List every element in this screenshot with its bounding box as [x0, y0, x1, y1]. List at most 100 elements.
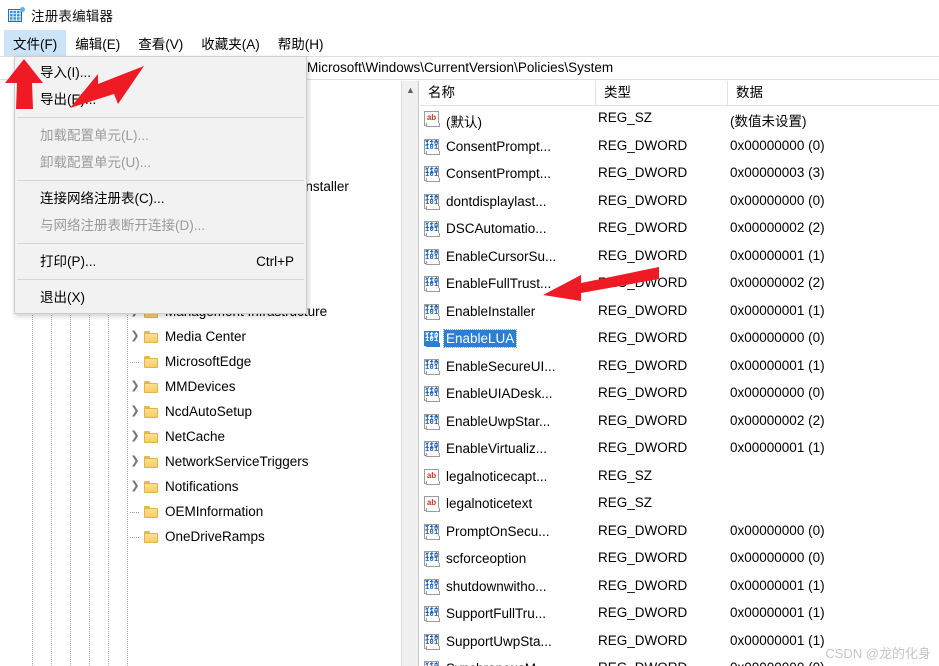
value-name: SupportFullTru...	[446, 606, 547, 621]
string-value-icon: ab	[424, 468, 441, 485]
tree-node[interactable]: ❯ NcdAutoSetup	[127, 399, 418, 424]
tree-node[interactable]: ❯ Media Center	[127, 324, 418, 349]
registry-value-row[interactable]: 011 110 101 PromptOnSecu... REG_DWORD 0x00000…	[420, 519, 939, 547]
registry-value-row[interactable]: 011 110 101 EnableFullTrust... REG_DWORD 0x00…	[420, 271, 939, 299]
file-menu-item[interactable]: 导出(E)...	[15, 86, 306, 113]
value-name: EnableCursorSu...	[446, 248, 557, 264]
dword-value-icon: 011110101	[424, 358, 441, 375]
tree-node-label: OEMInformation	[165, 504, 264, 519]
value-data: 0x00000002 (2)	[730, 275, 825, 290]
registry-value-row[interactable]: ab legalnoticecapt... REG_SZ	[420, 464, 939, 492]
file-menu-dropdown[interactable]: 导入(I)... 导出(E)... 加载配置单元(L)... 卸载配置单元(U)...…	[14, 56, 307, 314]
tree-leaf-connector	[127, 504, 143, 520]
dword-value-icon: 011110101	[424, 523, 441, 540]
registry-value-row[interactable]: ab (默认) REG_SZ (数值未设置)	[420, 106, 939, 134]
value-data: 0x00000000 (0)	[730, 330, 825, 345]
tree-node-label: NetCache	[165, 429, 226, 444]
folder-icon	[144, 355, 160, 369]
menu-edit[interactable]: 编辑(E)	[66, 30, 129, 57]
dword-value-icon: 011110101	[424, 331, 441, 347]
registry-value-row[interactable]: ab legalnoticetext REG_SZ	[420, 491, 939, 519]
registry-value-row[interactable]: 011 110 101 DSCAutomatio... REG_DWORD 0x00000…	[420, 216, 939, 244]
tree-node-label: MicrosoftEdge	[165, 354, 252, 369]
registry-value-row[interactable]: 011 110 101 SupportFullTru... REG_DWORD 0x000…	[420, 601, 939, 629]
value-type: REG_SZ	[598, 467, 653, 483]
value-data: 0x00000001 (1)	[730, 357, 825, 373]
registry-value-row[interactable]: 011 110 101 EnableCursorSu... REG_DWORD 0x000…	[420, 244, 939, 272]
tree-node[interactable]: ❯ MMDevices	[127, 374, 418, 399]
value-data: 0x00000000 (0)	[730, 522, 825, 538]
chevron-right-icon[interactable]: ❯	[127, 404, 143, 420]
tree-node[interactable]: OneDriveRamps	[127, 524, 418, 549]
folder-icon	[144, 330, 160, 344]
tree-node[interactable]: ❯ NetCache	[127, 424, 418, 449]
value-type: REG_SZ	[598, 495, 653, 510]
registry-value-row[interactable]: 011 110 101 EnableUwpStar... REG_DWORD 0x0000…	[420, 409, 939, 437]
dword-value-icon: 011110101	[424, 138, 441, 155]
dword-value-icon: 011110101	[424, 551, 441, 567]
file-menu-item[interactable]: 连接网络注册表(C)...	[15, 185, 306, 212]
value-type: REG_DWORD	[598, 385, 688, 400]
file-menu-item[interactable]: 导入(I)...	[15, 59, 306, 86]
csdn-watermark: CSDN @龙的化身	[825, 646, 931, 661]
dword-value-icon: 011110101	[424, 248, 441, 265]
chevron-up-icon[interactable]: ▲	[402, 81, 418, 98]
file-menu-item[interactable]: 打印(P)... Ctrl+P	[15, 248, 306, 275]
registry-value-row[interactable]: 011 110 101 EnableVirtualiz... REG_DWORD 0x00…	[420, 436, 939, 464]
value-name: ConsentPrompt...	[446, 138, 552, 154]
dword-value-icon: 011110101	[424, 633, 441, 650]
menu-bar: 文件(F) 编辑(E) 查看(V) 收藏夹(A) 帮助(H)	[0, 29, 939, 57]
value-type: REG_DWORD	[598, 330, 688, 345]
registry-value-row[interactable]: 011 110 101 ConsentPrompt... REG_DWORD 0x0000…	[420, 161, 939, 189]
chevron-right-icon[interactable]: ❯	[127, 479, 143, 495]
file-menu-item-label: 打印(P)...	[40, 254, 97, 269]
value-type: REG_DWORD	[598, 220, 688, 235]
tree-node[interactable]: ❯ NetworkServiceTriggers	[127, 449, 418, 474]
registry-value-row[interactable]: 011 110 101 ConsentPrompt... REG_DWORD 0x0000…	[420, 134, 939, 162]
value-data: 0x00000000 (0)	[730, 550, 825, 565]
value-data: 0x00000000 (0)	[730, 192, 825, 208]
tree-node[interactable]: OEMInformation	[127, 499, 418, 524]
menu-view[interactable]: 查看(V)	[129, 30, 192, 57]
registry-editor-window: 注册表编辑器 文件(F) 编辑(E) 查看(V) 收藏夹(A) 帮助(H) Mi…	[0, 0, 939, 666]
registry-values-pane[interactable]: 名称 类型 数据 ab (默认) REG_SZ (数值未设置) 011 110 101 Con…	[420, 81, 939, 666]
tree-leaf-connector	[127, 529, 143, 545]
menu-file[interactable]: 文件(F)	[4, 29, 67, 57]
value-type: REG_DWORD	[598, 137, 688, 153]
value-name: EnableSecureUI...	[446, 358, 556, 374]
chevron-right-icon[interactable]: ❯	[127, 454, 143, 470]
file-menu-item-label: 导出(E)...	[40, 92, 97, 107]
tree-scrollbar[interactable]: ▲	[401, 81, 418, 666]
dword-value-icon: 011110101	[424, 441, 441, 457]
column-header-type[interactable]: 类型	[596, 81, 728, 105]
column-header-data[interactable]: 数据	[728, 81, 939, 105]
registry-value-row[interactable]: 011 110 101 scforceoption REG_DWORD 0x0000000…	[420, 546, 939, 574]
menu-favorites[interactable]: 收藏夹(A)	[192, 30, 269, 57]
registry-value-row[interactable]: 011 110 101 EnableSecureUI... REG_DWORD 0x000…	[420, 354, 939, 382]
registry-value-row[interactable]: 011 110 101 dontdisplaylast... REG_DWORD 0x00…	[420, 189, 939, 217]
tree-node[interactable]: MicrosoftEdge	[127, 349, 418, 374]
registry-value-row[interactable]: 011 110 101 shutdownwitho... REG_DWORD 0x0000…	[420, 574, 939, 602]
registry-value-row[interactable]: 011 110 101 EnableUIADesk... REG_DWORD 0x0000…	[420, 381, 939, 409]
dword-value-icon: 011110101	[424, 193, 441, 210]
folder-icon	[144, 430, 160, 444]
file-menu-item: 加载配置单元(L)...	[15, 122, 306, 149]
tree-node[interactable]: ❯ Notifications	[127, 474, 418, 499]
column-header-name[interactable]: 名称	[420, 81, 596, 105]
folder-icon	[144, 505, 160, 519]
tree-node-label: NcdAutoSetup	[165, 404, 253, 419]
chevron-right-icon[interactable]: ❯	[127, 329, 143, 345]
menu-help[interactable]: 帮助(H)	[269, 30, 333, 57]
value-name: scforceoption	[446, 551, 527, 566]
registry-value-row[interactable]: 011 110 101 EnableInstaller REG_DWORD 0x00000…	[420, 299, 939, 327]
file-menu-item[interactable]: 退出(X)	[15, 284, 306, 311]
window-title: 注册表编辑器	[31, 9, 114, 24]
chevron-right-icon[interactable]: ❯	[127, 429, 143, 445]
tree-node-label: Notifications	[165, 479, 239, 494]
chevron-right-icon[interactable]: ❯	[127, 379, 143, 395]
dword-value-icon: 011110101	[424, 221, 441, 237]
value-name: shutdownwitho...	[446, 578, 547, 594]
file-menu-item-label: 加载配置单元(L)...	[40, 128, 149, 143]
listview-header: 名称 类型 数据	[420, 81, 939, 106]
registry-value-row[interactable]: 011 110 101 EnableLUA REG_DWORD 0x00000000 (0…	[420, 326, 939, 354]
